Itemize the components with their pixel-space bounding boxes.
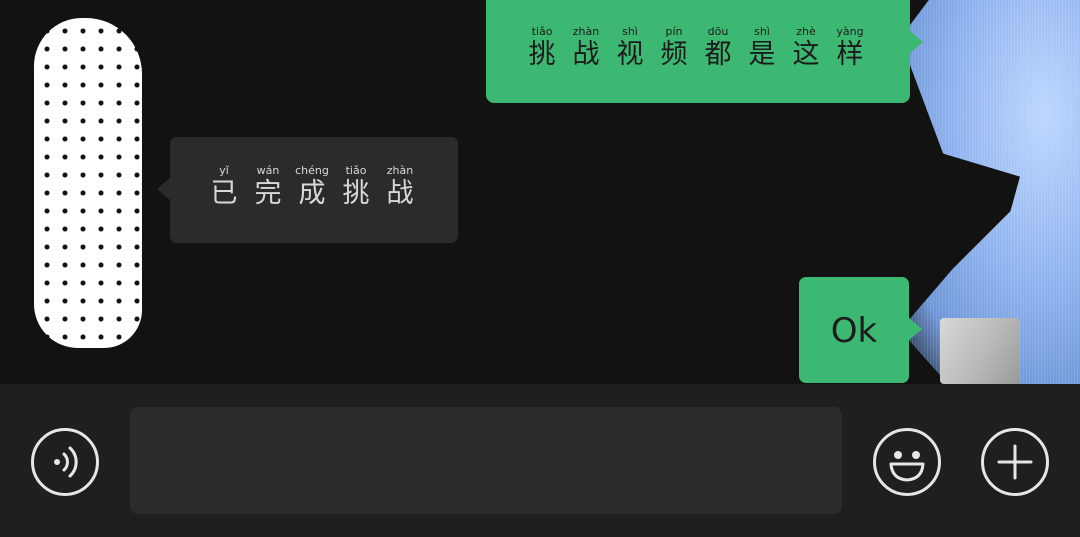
- ruby-char: tiǎo 挑: [528, 25, 556, 71]
- emoji-button[interactable]: [873, 428, 941, 496]
- ruby-char: yàng 样: [836, 25, 864, 71]
- ruby-char: zhàn 战: [386, 164, 414, 210]
- bubble-tail: [157, 177, 171, 201]
- chat-area: tiǎo 挑 zhàn 战 shì 视 pín 频 dōu 都 shì 是 zhè 这 yàn…: [0, 0, 1080, 384]
- avatar-photo: [940, 318, 1020, 384]
- ruby-char: wán 完: [254, 164, 282, 210]
- message-bubble-incoming[interactable]: yǐ 已 wán 完 chéng 成 tiǎo 挑 zhàn 战: [157, 137, 458, 243]
- bubble-tail: [909, 30, 923, 54]
- more-options-button[interactable]: [981, 428, 1049, 496]
- emoji-icon: [889, 451, 925, 482]
- message-text: Ok: [830, 311, 878, 351]
- ruby-char: zhè 这: [792, 25, 820, 71]
- ruby-char: shì 视: [616, 25, 644, 71]
- contact-avatar[interactable]: [34, 18, 142, 348]
- ruby-char: tiǎo 挑: [342, 164, 370, 210]
- ruby-char: dōu 都: [704, 25, 732, 71]
- ruby-char: zhàn 战: [572, 25, 600, 71]
- ruby-char: yǐ 已: [210, 164, 238, 210]
- message-bubble-outgoing[interactable]: tiǎo 挑 zhàn 战 shì 视 pín 频 dōu 都 shì 是 zhè 这 yàn…: [486, 0, 923, 103]
- voice-input-button[interactable]: [31, 428, 99, 496]
- ruby-char: pín 频: [660, 25, 688, 71]
- message-input[interactable]: [130, 407, 842, 514]
- message-text: yǐ 已 wán 完 chéng 成 tiǎo 挑 zhàn 战: [202, 165, 422, 210]
- message-text: tiǎo 挑 zhàn 战 shì 视 pín 频 dōu 都 shì 是 zhè 这 yàn…: [520, 26, 872, 71]
- message-bubble-outgoing[interactable]: Ok: [799, 277, 922, 383]
- my-avatar[interactable]: [900, 0, 1080, 384]
- input-bar: [0, 384, 1080, 537]
- voice-icon: [54, 446, 78, 478]
- plus-icon: [997, 444, 1033, 480]
- ruby-char: chéng 成: [295, 164, 329, 210]
- ruby-char: shì 是: [748, 25, 776, 71]
- bubble-tail: [908, 317, 922, 341]
